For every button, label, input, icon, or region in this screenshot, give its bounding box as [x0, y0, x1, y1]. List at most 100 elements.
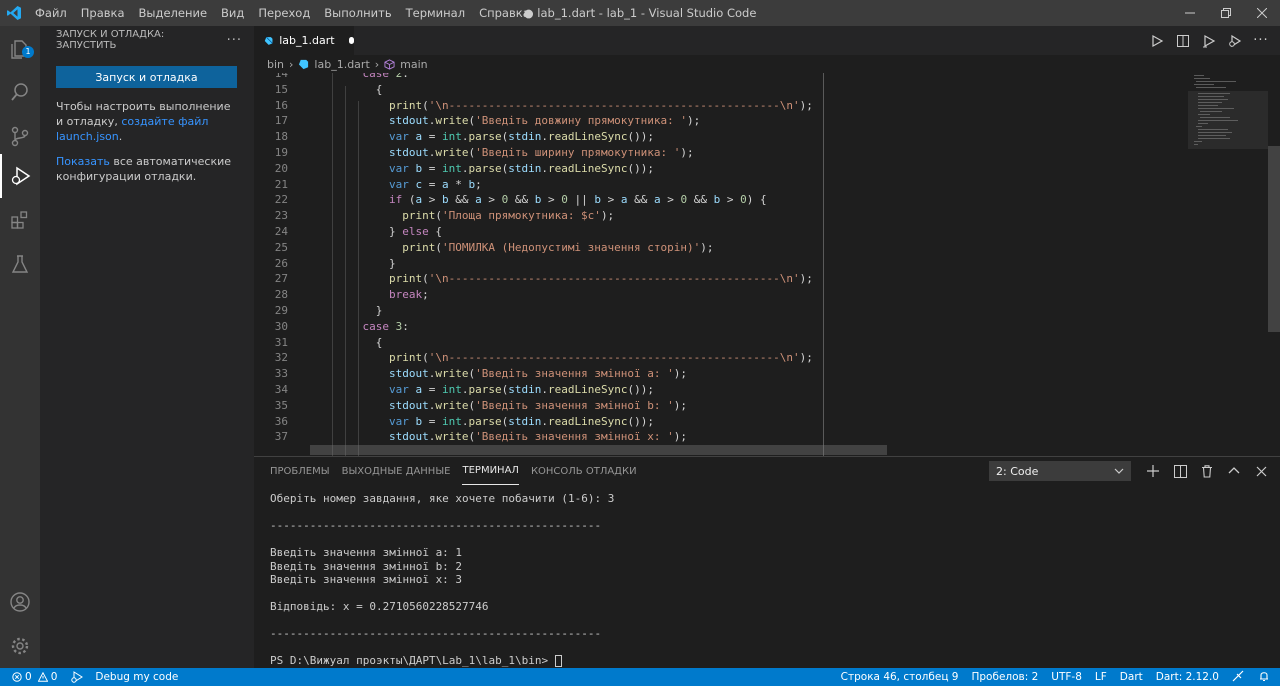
code-line[interactable]: 27 print('\n----------------------------… [254, 271, 1154, 287]
code-line[interactable]: 19 stdout.write('Введіть ширину прямокут… [254, 145, 1154, 161]
vscode-logo-icon [0, 0, 28, 26]
terminal-line: Введіть значення змінної x: 3 [270, 573, 463, 586]
encoding-status[interactable]: UTF-8 [1051, 671, 1082, 683]
line-text: stdout.write('Введіть значення змінної a… [388, 367, 688, 381]
line-text: print('\n-------------------------------… [388, 351, 813, 365]
code-line[interactable]: 35 stdout.write('Введіть значення змінно… [254, 398, 1154, 414]
close-panel-button[interactable] [1252, 461, 1270, 481]
editor-horizontal-scrollbar[interactable] [310, 445, 887, 455]
menu-help[interactable]: Справка [472, 6, 537, 20]
notifications-icon[interactable] [1258, 670, 1270, 685]
tab-lab-1-dart[interactable]: lab_1.dart [254, 26, 354, 55]
line-text: stdout.write('Введіть значення змінної x… [388, 430, 688, 444]
run-file-button[interactable] [1148, 32, 1166, 50]
code-line[interactable]: 28 break; [254, 287, 1154, 303]
menu-edit[interactable]: Правка [74, 6, 132, 20]
code-line[interactable]: 17 stdout.write('Введіть довжину прямоку… [254, 113, 1154, 129]
tab-terminal[interactable]: ТЕРМИНАЛ [462, 457, 519, 485]
code-line[interactable]: 34 var a = int.parse(stdin.readLineSync(… [254, 382, 1154, 398]
split-editor-button[interactable] [1174, 32, 1192, 50]
new-terminal-button[interactable] [1144, 461, 1162, 481]
code-line[interactable]: 24 } else { [254, 224, 1154, 240]
explorer-button[interactable]: 1 [0, 26, 40, 70]
accounts-button[interactable] [0, 580, 40, 624]
breadcrumb-file[interactable]: lab_1.dart [314, 58, 369, 71]
debug-run-button[interactable] [1200, 32, 1218, 50]
line-number: 31 [274, 335, 288, 349]
menu-file[interactable]: Файл [28, 6, 74, 20]
feedback-icon[interactable] [1232, 670, 1245, 685]
minimap[interactable] [1188, 73, 1268, 456]
panel-actions [1144, 461, 1270, 481]
line-number: 26 [274, 256, 288, 270]
code-editor[interactable]: 14 case 2: 15 {16 print('\n--------------… [254, 73, 1280, 456]
code-line[interactable]: 25 print('ПОМИЛКА (Недопустимі значення … [254, 240, 1154, 256]
cursor-position-status[interactable]: Строка 46, столбец 9 [841, 671, 959, 683]
window-controls [1172, 0, 1280, 26]
code-line[interactable]: 36 var b = int.parse(stdin.readLineSync(… [254, 414, 1154, 430]
menu-terminal[interactable]: Терминал [399, 6, 472, 20]
line-number: 32 [274, 351, 288, 365]
code-line[interactable]: 37 stdout.write('Введіть значення змінно… [254, 429, 1154, 445]
code-line[interactable]: 31 { [254, 335, 1154, 351]
search-button[interactable] [0, 70, 40, 114]
code-line[interactable]: 14 case 2: [254, 73, 1154, 82]
code-line[interactable]: 29 } [254, 303, 1154, 319]
line-text: stdout.write('Введіть довжину прямокутни… [388, 114, 701, 128]
debug-options-button[interactable] [1226, 32, 1244, 50]
menu-selection[interactable]: Выделение [132, 6, 215, 20]
menu-view[interactable]: Вид [214, 6, 251, 20]
code-line[interactable]: 30 case 3: [254, 319, 1154, 335]
problems-status[interactable]: 0 0 [12, 671, 57, 683]
run-and-debug-button[interactable] [0, 154, 40, 198]
tab-debug-console[interactable]: КОНСОЛЬ ОТЛАДКИ [531, 457, 637, 485]
terminal-select-dropdown[interactable]: 2: Code [989, 461, 1131, 481]
editor-vertical-scrollbar[interactable] [1268, 146, 1280, 332]
maximize-panel-button[interactable] [1225, 461, 1243, 481]
code-line[interactable]: 20 var b = int.parse(stdin.readLineSync(… [254, 161, 1154, 177]
tab-problems[interactable]: ПРОБЛЕМЫ [270, 457, 330, 485]
unsaved-dot-icon[interactable] [348, 37, 354, 44]
show-auto-configs-link[interactable]: Показать [56, 155, 110, 168]
breadcrumb-folder[interactable]: bin [267, 58, 284, 71]
menu-go[interactable]: Переход [251, 6, 317, 20]
terminal-output[interactable]: Оберіть номер завдання, яке хочете побач… [270, 492, 614, 668]
sdk-status[interactable]: Dart: 2.12.0 [1156, 671, 1219, 683]
indentation-status[interactable]: Пробелов: 2 [971, 671, 1038, 683]
menu-run[interactable]: Выполнить [317, 6, 398, 20]
extensions-button[interactable] [0, 198, 40, 242]
code-line[interactable]: 21 var c = a * b; [254, 177, 1154, 193]
code-line[interactable]: 15 { [254, 82, 1154, 98]
gear-icon [11, 637, 29, 655]
code-line[interactable]: 23 print('Площа прямокутника: $c'); [254, 208, 1154, 224]
code-line[interactable]: 22 if (a > b && a > 0 && b > 0 || b > a … [254, 192, 1154, 208]
plus-icon [1147, 465, 1159, 477]
restore-button[interactable] [1208, 0, 1244, 26]
manage-button[interactable] [0, 624, 40, 668]
run-and-debug-button-primary[interactable]: Запуск и отладка [56, 66, 237, 88]
breadcrumb-symbol[interactable]: main [400, 58, 427, 71]
launch-hint-period: . [118, 130, 123, 143]
code-line[interactable]: 18 var a = int.parse(stdin.readLineSync(… [254, 129, 1154, 145]
tab-output[interactable]: ВЫХОДНЫЕ ДАННЫЕ [342, 457, 451, 485]
minimize-button[interactable] [1172, 0, 1208, 26]
more-editor-actions-button[interactable]: ··· [1252, 32, 1270, 50]
line-text: if (a > b && a > 0 && b > 0 || b > a && … [388, 193, 767, 207]
code-line[interactable]: 32 print('\n----------------------------… [254, 350, 1154, 366]
code-line[interactable]: 16 print('\n----------------------------… [254, 98, 1154, 114]
code-line[interactable]: 33 stdout.write('Введіть значення змінно… [254, 366, 1154, 382]
testing-button[interactable] [0, 242, 40, 286]
kill-terminal-button[interactable] [1198, 461, 1216, 481]
source-control-button[interactable] [0, 114, 40, 158]
eol-status[interactable]: LF [1095, 671, 1107, 683]
language-status[interactable]: Dart [1120, 671, 1143, 683]
editor-actions: ··· [1148, 26, 1270, 55]
close-button[interactable] [1244, 0, 1280, 26]
code-line[interactable]: 26 } [254, 256, 1154, 272]
debug-alt-icon [1229, 34, 1242, 47]
split-terminal-button[interactable] [1171, 461, 1189, 481]
terminal-line: Оберіть номер завдання, яке хочете побач… [270, 492, 615, 505]
more-actions-icon[interactable]: ··· [227, 33, 242, 48]
debug-config-status[interactable]: Debug my code [71, 671, 178, 683]
